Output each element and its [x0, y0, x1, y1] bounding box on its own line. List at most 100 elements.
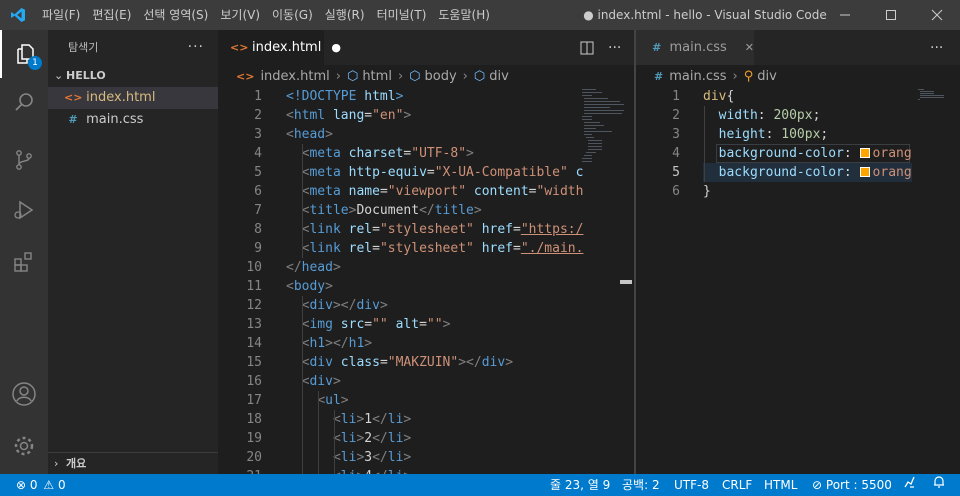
breadcrumb-item[interactable]: main.css — [669, 69, 726, 84]
file-item-main-css[interactable]: # main.css — [48, 109, 218, 131]
indent-guide — [302, 144, 303, 258]
code-line: } — [703, 182, 711, 201]
live-server-port[interactable]: ⊘ Port : 5500 — [812, 474, 892, 496]
code-line: <!DOCTYPE html> — [286, 87, 403, 106]
code-line: height: 100px; — [703, 125, 829, 144]
code-token: lang — [332, 108, 365, 123]
problems-indicator[interactable]: ⊗ 0 ⚠ 0 — [16, 474, 66, 496]
breadcrumb-item[interactable]: index.html — [260, 69, 329, 84]
line-number: 6 — [254, 184, 262, 199]
language-mode[interactable]: HTML — [764, 474, 797, 496]
menu-item[interactable]: 이동(G) — [266, 0, 319, 30]
code-token: = — [372, 222, 380, 237]
line-number: 5 — [672, 165, 680, 180]
error-icon: ⊗ — [16, 478, 27, 492]
breadcrumb-item[interactable]: div — [757, 69, 777, 84]
code-editor[interactable]: 1 <!DOCTYPE html> 2 <html lang="en"> 3 <head>… — [218, 87, 634, 474]
outline-section[interactable]: › 개요 — [48, 452, 218, 474]
code-line: <head> — [286, 125, 333, 144]
code-line: <meta http-equiv="X-UA-Compatible" c — [286, 163, 584, 182]
code-line: width: 200px; — [703, 106, 821, 125]
breadcrumb-item[interactable]: div — [489, 69, 509, 84]
code-line: <li>3</li> — [286, 448, 411, 467]
menu-item[interactable]: 파일(F) — [36, 0, 86, 30]
line-number: 1 — [672, 89, 680, 104]
menu-bar: 파일(F) 편집(E) 선택 영역(S) 보기(V) 이동(G) 실행(R) 터미널(T) 도… — [36, 0, 496, 30]
code-token: img — [309, 317, 341, 332]
chevron-right-icon: › — [397, 68, 404, 84]
notifications-bell-icon[interactable] — [932, 474, 946, 496]
code-editor[interactable]: 1 div{2 width: 200px; 3 height: 100px; 4 ba… — [636, 87, 960, 474]
line-number: 21 — [218, 467, 262, 474]
code-line: <div class="MAKZUIN"></div> — [286, 353, 513, 372]
end-of-line[interactable]: CRLF — [722, 474, 752, 496]
menu-item[interactable]: 선택 영역(S) — [137, 0, 214, 30]
indentation[interactable]: 공백: 2 — [622, 474, 660, 496]
unsaved-dot-icon[interactable]: ● — [331, 41, 341, 54]
menu-item[interactable]: 도움말(H) — [432, 0, 496, 30]
code-token: content — [473, 184, 529, 199]
selector-icon: ⚲ — [743, 68, 754, 84]
code-token: > — [442, 317, 451, 332]
breadcrumb-item[interactable]: body — [425, 69, 457, 84]
line-number: 4 — [254, 146, 262, 161]
folder-hello[interactable]: ⌄ HELLO — [48, 65, 218, 87]
feedback-icon[interactable] — [902, 474, 916, 496]
menu-item[interactable]: 보기(V) — [214, 0, 266, 30]
accounts-icon[interactable] — [0, 370, 48, 418]
code-token: orang — [872, 165, 912, 180]
breadcrumb-item[interactable]: html — [362, 69, 392, 84]
encoding[interactable]: UTF-8 — [674, 474, 709, 496]
settings-gear-icon[interactable] — [0, 422, 48, 470]
menu-item[interactable]: 편집(E) — [86, 0, 137, 30]
tab-main-css[interactable]: # main.css ✕ — [636, 30, 754, 65]
code-token: > — [379, 298, 388, 313]
menu-item[interactable]: 터미널(T) — [371, 0, 433, 30]
code-line: <html lang="en"> — [286, 106, 411, 125]
more-actions-icon[interactable]: ··· — [188, 30, 204, 65]
code-token: html — [293, 108, 333, 123]
file-item-index-html[interactable]: <> index.html — [48, 87, 218, 109]
code-token: 100px — [781, 127, 821, 142]
close-icon[interactable]: ✕ — [745, 41, 754, 54]
code-token: "" — [426, 317, 443, 332]
code-token: h1 — [348, 336, 365, 351]
code-token: background-color — [718, 146, 844, 161]
tab-index-html[interactable]: <> index.html ● — [218, 30, 341, 65]
code-token: body — [293, 279, 326, 294]
line-number: 4 — [672, 146, 680, 161]
code-token: </ — [372, 450, 388, 465]
code-token: div — [481, 355, 506, 370]
maximize-icon[interactable] — [868, 0, 914, 30]
code-token: > — [403, 412, 412, 427]
minimap[interactable] — [578, 87, 628, 167]
cursor-position[interactable]: 줄 23, 열 9 — [550, 474, 610, 496]
run-debug-icon[interactable] — [0, 186, 48, 234]
extensions-icon[interactable] — [0, 238, 48, 286]
minimize-icon[interactable] — [822, 0, 868, 30]
more-actions-icon[interactable]: ··· — [930, 40, 943, 56]
more-actions-icon[interactable]: ··· — [608, 40, 621, 56]
code-token: div — [309, 298, 333, 313]
explorer-icon[interactable]: 1 — [0, 30, 48, 78]
menu-item[interactable]: 실행(R) — [319, 0, 371, 30]
minimap[interactable] — [914, 87, 960, 167]
code-token: > — [325, 279, 333, 294]
code-token: head — [293, 127, 326, 142]
code-token: 2 — [364, 431, 373, 446]
close-window-icon[interactable] — [914, 0, 960, 30]
code-token: > — [332, 260, 341, 275]
split-editor-icon[interactable] — [580, 41, 594, 55]
search-icon[interactable] — [0, 78, 48, 126]
source-control-icon[interactable] — [0, 136, 48, 184]
code-token: > — [403, 108, 412, 123]
css-file-icon: # — [652, 41, 662, 54]
code-token: Document — [356, 203, 420, 218]
status-bar: ⊗ 0 ⚠ 0 줄 23, 열 9 공백: 2 UTF-8 CRLF HTML … — [0, 474, 960, 496]
